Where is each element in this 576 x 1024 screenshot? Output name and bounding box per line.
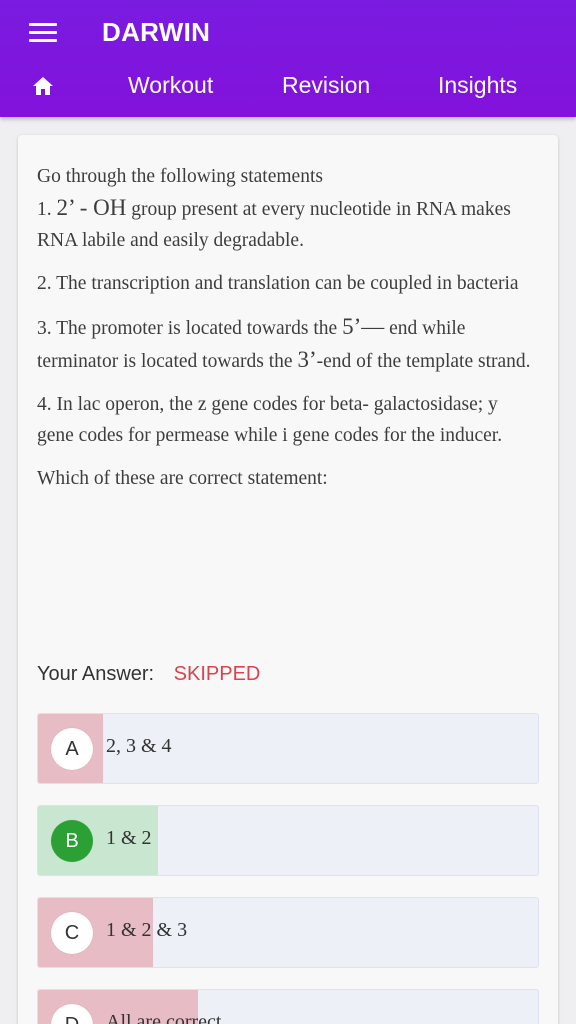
question-prompt: Which of these are correct statement: xyxy=(37,468,328,489)
tab-insights[interactable]: Insights xyxy=(438,72,517,99)
app-bar: DARWIN Workout Revision Insights xyxy=(0,0,576,117)
hamburger-menu-icon[interactable] xyxy=(29,23,57,43)
statement-3-text-c: -end of the template strand. xyxy=(316,351,531,372)
statement-1: Go through the following statements 1. 2… xyxy=(37,161,537,256)
option-b[interactable]: B 1 & 2 xyxy=(37,805,539,876)
tab-revision[interactable]: Revision xyxy=(282,72,370,99)
option-d[interactable]: D All are correct xyxy=(37,989,539,1024)
option-letter: C xyxy=(51,912,93,954)
option-text: All are correct xyxy=(106,1011,222,1024)
math-expression: 2’ - OH xyxy=(56,195,127,220)
your-answer-label: Your Answer: xyxy=(37,663,155,685)
question-intro: Go through the following statements xyxy=(37,166,323,187)
option-letter: B xyxy=(51,820,93,862)
tab-workout[interactable]: Workout xyxy=(128,72,213,99)
math-expression: 5’— xyxy=(342,314,385,339)
option-text: 1 & 2 & 3 xyxy=(106,919,188,941)
answer-status: SKIPPED xyxy=(173,663,261,685)
app-title: DARWIN xyxy=(102,17,211,47)
math-expression: 3’ xyxy=(297,347,317,372)
home-icon[interactable] xyxy=(32,76,54,96)
option-c[interactable]: C 1 & 2 & 3 xyxy=(37,897,539,968)
option-text: 2, 3 & 4 xyxy=(106,735,172,757)
question-card: Go through the following statements 1. 2… xyxy=(18,135,558,1024)
option-a[interactable]: A 2, 3 & 4 xyxy=(37,713,539,784)
option-letter: A xyxy=(51,728,93,770)
your-answer: Your Answer: SKIPPED xyxy=(37,663,260,686)
question-text: Go through the following statements 1. 2… xyxy=(37,161,537,506)
statement-4: 4. In lac operon, the z gene codes for b… xyxy=(37,394,503,446)
statement-2: 2. The transcription and translation can… xyxy=(37,273,519,294)
statement-3-text-a: 3. The promoter is located towards the xyxy=(37,318,338,339)
statement-3: 3. The promoter is located towards the 5… xyxy=(37,311,537,377)
statement-1-number: 1. xyxy=(37,199,52,220)
option-text: 1 & 2 xyxy=(106,827,152,849)
